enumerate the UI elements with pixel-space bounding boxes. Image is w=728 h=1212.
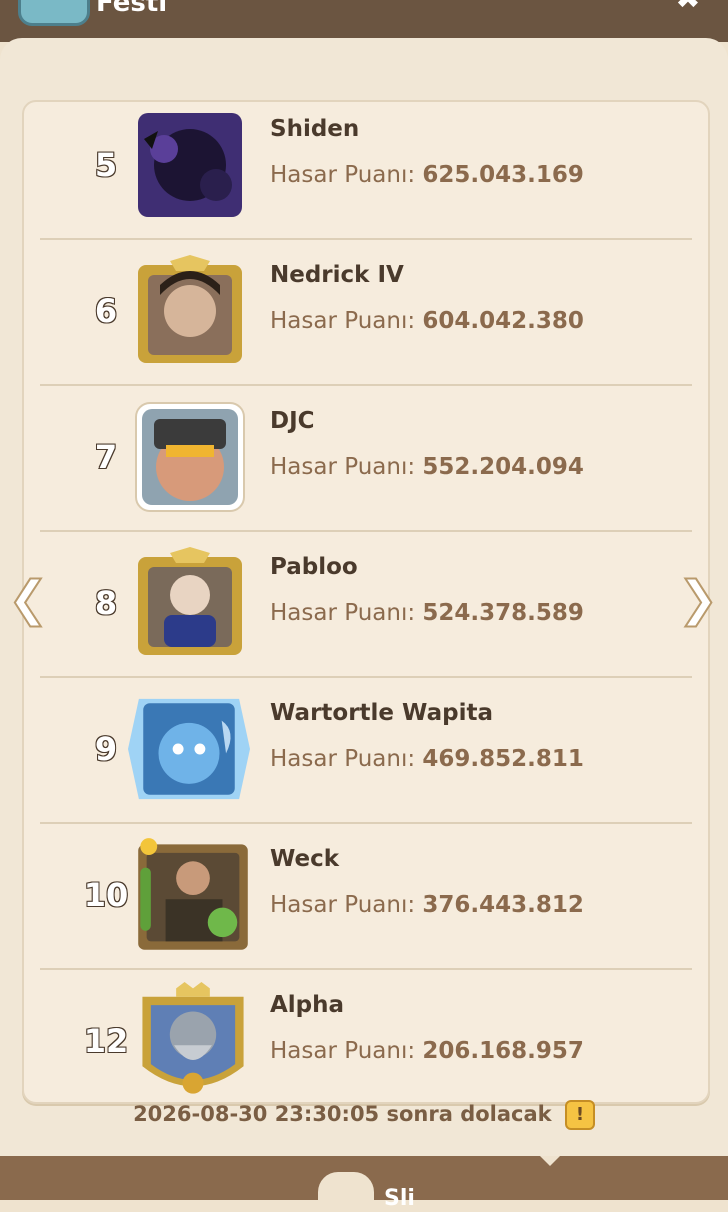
damage-score: Hasar Puanı: 206.168.957 xyxy=(270,1038,584,1064)
score-label: Hasar Puanı: xyxy=(270,1038,423,1064)
leaderboard-row[interactable]: 7 DJC Hasar Puanı: 552.204.094 xyxy=(40,384,692,532)
refill-text: 2026-08-30 23:30:05 sonra dolacak xyxy=(133,1102,552,1126)
leaderboard-row[interactable]: 10 Weck Hasar Puanı: 376.443.812 xyxy=(40,822,692,970)
player-name: DJC xyxy=(270,408,315,434)
score-value: 469.852.811 xyxy=(422,746,584,772)
page-title: Festi xyxy=(96,0,168,18)
bottom-notch xyxy=(540,1156,560,1166)
avatar xyxy=(135,402,245,512)
damage-score: Hasar Puanı: 552.204.094 xyxy=(270,454,584,480)
player-name: Alpha xyxy=(270,992,345,1018)
rank-number: 12 xyxy=(83,1021,130,1061)
score-value: 376.443.812 xyxy=(422,892,584,918)
avatar xyxy=(138,547,242,655)
avatar xyxy=(142,982,244,1094)
score-value: 625.043.169 xyxy=(422,162,584,188)
leaderboard-row[interactable]: 12 Alpha Hasar Puanı: 206.168.957 xyxy=(40,968,692,1102)
chevron-left-icon[interactable]: ❮ xyxy=(7,571,49,627)
back-arrow-icon[interactable] xyxy=(18,0,90,26)
rank-number: 10 xyxy=(83,875,130,915)
avatar xyxy=(128,698,250,800)
rank-number: 5 xyxy=(94,145,118,185)
leaderboard-row[interactable]: 9 Wartortle Wapita Hasar Puanı: 469.852.… xyxy=(40,676,692,824)
score-label: Hasar Puanı: xyxy=(270,600,423,626)
avatar xyxy=(138,255,242,363)
leaderboard-panel: 5 Shiden Hasar Puanı: 625.043.169 6 Nedr… xyxy=(0,38,728,1160)
leaderboard-row[interactable]: 6 Nedrick IV Hasar Puanı: 604.042.380 xyxy=(40,238,692,386)
damage-score: Hasar Puanı: 469.852.811 xyxy=(270,746,584,772)
player-name: Shiden xyxy=(270,116,360,142)
rank-number: 7 xyxy=(94,437,118,477)
score-value: 552.204.094 xyxy=(422,454,584,480)
score-label: Hasar Puanı: xyxy=(270,746,423,772)
player-name: Weck xyxy=(270,846,340,872)
damage-score: Hasar Puanı: 604.042.380 xyxy=(270,308,584,334)
rank-number: 9 xyxy=(94,729,118,769)
rank-number: 8 xyxy=(94,583,118,623)
score-label: Hasar Puanı: xyxy=(270,454,423,480)
avatar xyxy=(138,838,248,950)
score-value: 206.168.957 xyxy=(422,1038,584,1064)
damage-score: Hasar Puanı: 524.378.589 xyxy=(270,600,584,626)
bottom-tab-icon[interactable] xyxy=(318,1172,374,1212)
leaderboard-row[interactable]: 8 Pabloo Hasar Puanı: 524.378.589 xyxy=(40,530,692,678)
refill-timer: 2026-08-30 23:30:05 sonra dolacak ! xyxy=(0,1100,728,1130)
leaderboard-row[interactable]: 5 Shiden Hasar Puanı: 625.043.169 xyxy=(40,102,692,240)
score-label: Hasar Puanı: xyxy=(270,162,423,188)
bottom-tab-label: Sli xyxy=(384,1186,415,1211)
player-name: Pabloo xyxy=(270,554,358,580)
score-label: Hasar Puanı: xyxy=(270,308,423,334)
exclamation-icon[interactable]: ! xyxy=(564,1100,595,1130)
damage-score: Hasar Puanı: 625.043.169 xyxy=(270,162,584,188)
rank-number: 6 xyxy=(94,291,118,331)
score-value: 604.042.380 xyxy=(422,308,584,334)
damage-score: Hasar Puanı: 376.443.812 xyxy=(270,892,584,918)
close-icon[interactable]: ✖ xyxy=(668,0,708,14)
chevron-right-icon[interactable]: ❯ xyxy=(677,571,719,627)
score-label: Hasar Puanı: xyxy=(270,892,423,918)
score-value: 524.378.589 xyxy=(422,600,584,626)
player-name: Nedrick IV xyxy=(270,262,404,288)
avatar xyxy=(138,113,242,217)
leaderboard-list[interactable]: 5 Shiden Hasar Puanı: 625.043.169 6 Nedr… xyxy=(22,100,710,1104)
player-name: Wartortle Wapita xyxy=(270,700,493,726)
